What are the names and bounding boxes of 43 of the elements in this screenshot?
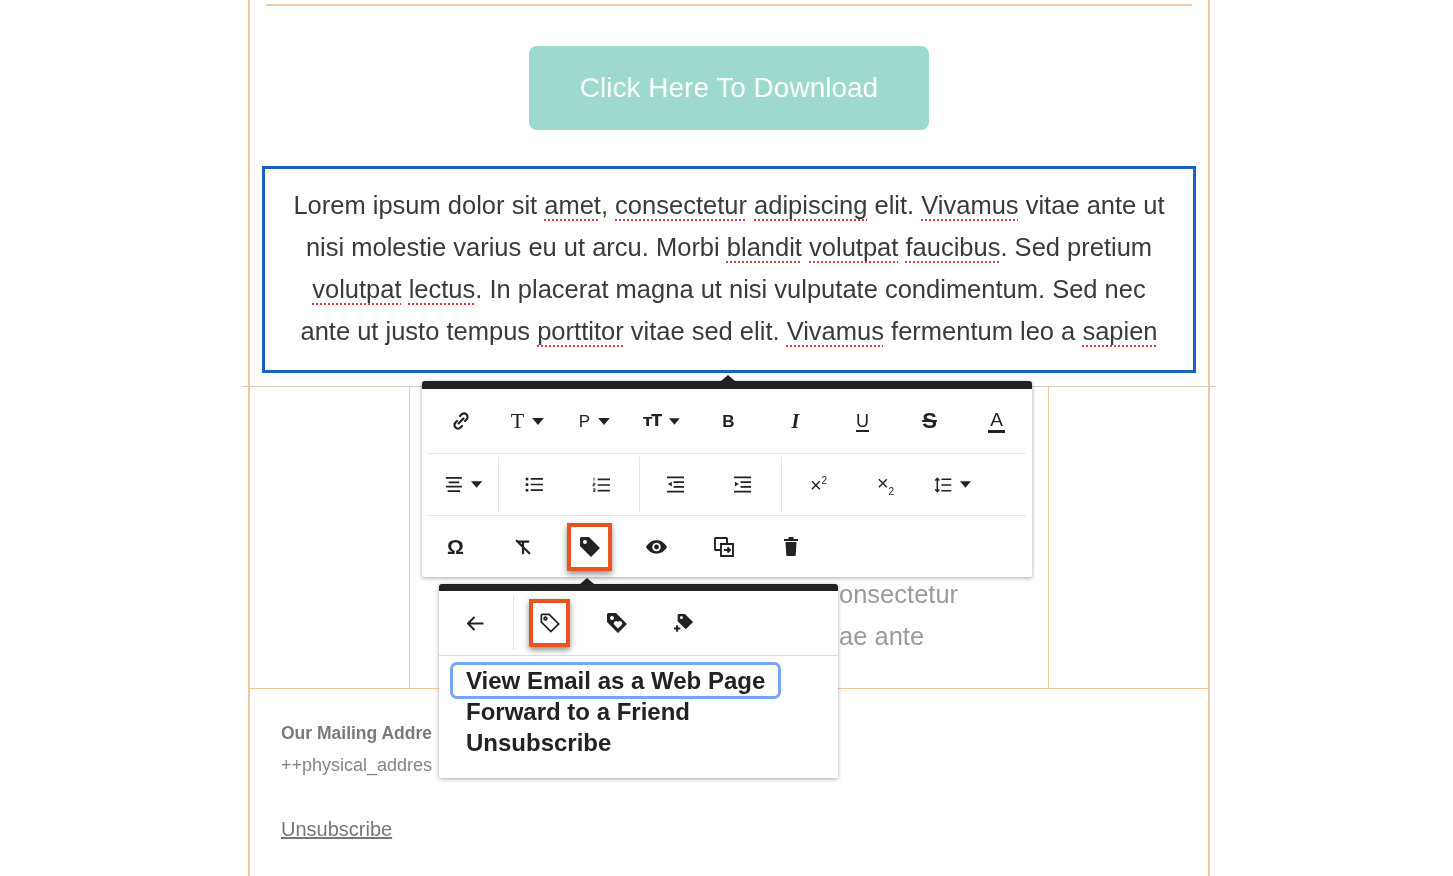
- link-icon: [451, 412, 470, 430]
- eye-icon: [646, 539, 667, 554]
- paragraph-fragment: onsectetur: [839, 579, 959, 609]
- indent-icon: [733, 476, 752, 493]
- bullet-list-icon: [525, 477, 544, 492]
- menu-item[interactable]: View Email as a Web Page: [453, 665, 779, 696]
- caret-icon: [532, 417, 545, 425]
- tag-plus-icon: [673, 613, 694, 633]
- paragraph-fragment: ae ante: [839, 621, 925, 651]
- back-arrow-icon: [467, 615, 484, 631]
- strikethrough-button[interactable]: S: [907, 397, 952, 445]
- caret-icon: [470, 481, 482, 488]
- line-height-icon: [934, 475, 953, 494]
- tag-outline-button[interactable]: [529, 599, 570, 647]
- mailing-address-heading: Our Mailing Addre: [281, 722, 433, 745]
- superscript-button[interactable]: ×$^{2}$: [796, 460, 841, 509]
- unsubscribe-link[interactable]: Unsubscribe: [281, 817, 393, 841]
- caret-icon: [598, 417, 611, 425]
- font-size-button[interactable]: ᴛT: [639, 397, 684, 445]
- align-center-icon: [445, 476, 463, 493]
- trash-icon: [783, 537, 798, 556]
- tag-outline-icon: [539, 613, 560, 633]
- italic-button[interactable]: I: [773, 397, 818, 445]
- address-text: ++physical_addres: [281, 754, 433, 777]
- copy-icon: [713, 536, 734, 557]
- bold-button[interactable]: B: [706, 397, 751, 445]
- text-block: Lorem ipsum dolor sit amet, consectetur adipiscing elit. Vivamus vitae ante ut nisi molestie varius eu ut arcu. Morbi blandit volutpat faucibus. Sed pretium volutpat lectus. In placerat magna ut nisi vulputate condimentum. Sed nec ante ut justo tempus porttitor vitae sed elit. Vivamus fermentum leo a sapien: [262, 166, 1196, 373]
- menu-item[interactable]: Forward to a Friend: [453, 696, 703, 727]
- clear-format-icon: [513, 537, 532, 556]
- underline-button[interactable]: U: [840, 397, 885, 445]
- special-character-button[interactable]: Ω: [433, 522, 478, 571]
- text-style-button[interactable]: T: [505, 397, 550, 445]
- caret-icon: [960, 481, 971, 488]
- numbered-list-icon: [592, 476, 611, 493]
- paragraph-button[interactable]: P: [572, 397, 617, 445]
- tag-button[interactable]: [567, 522, 612, 571]
- menu-item[interactable]: Unsubscribe: [453, 727, 625, 758]
- caret-icon: [669, 417, 680, 425]
- font-color-button[interactable]: A: [974, 397, 1019, 445]
- tag-heart-icon: [606, 613, 627, 633]
- tag-icon: [579, 536, 600, 557]
- subscript-button[interactable]: ×$_{2}$: [863, 460, 908, 509]
- outdent-icon: [666, 476, 685, 493]
